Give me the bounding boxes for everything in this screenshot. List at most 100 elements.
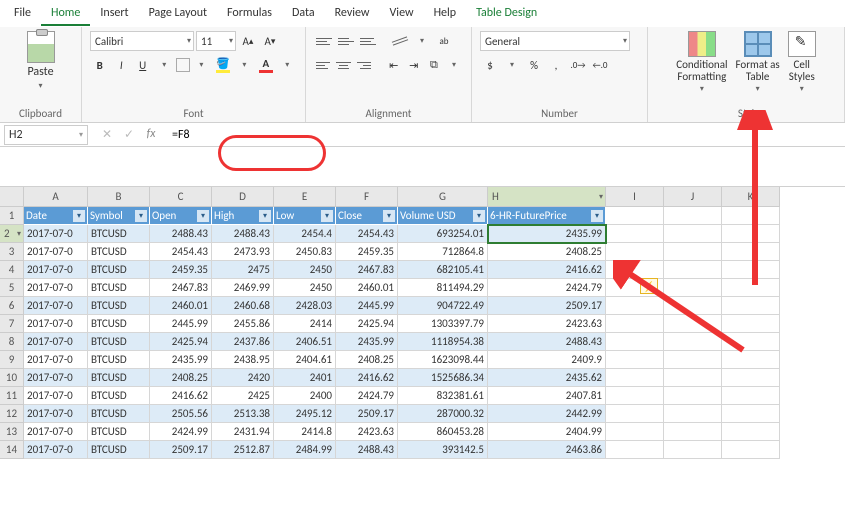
accounting-button[interactable]: $: [480, 55, 500, 75]
cell[interactable]: [606, 207, 664, 225]
cell[interactable]: [722, 405, 780, 423]
cell[interactable]: 2435.62: [488, 369, 606, 387]
row-header[interactable]: 13: [0, 423, 24, 441]
column-header[interactable]: F: [336, 187, 398, 207]
chevron-down-icon[interactable]: ▾: [235, 55, 254, 75]
align-middle-button[interactable]: [336, 31, 356, 51]
row-header[interactable]: 3: [0, 243, 24, 261]
align-top-button[interactable]: [314, 31, 334, 51]
cell[interactable]: 2435.99: [488, 225, 606, 243]
row-header[interactable]: 4: [0, 261, 24, 279]
cell[interactable]: [722, 441, 780, 459]
font-size-select[interactable]: 11: [196, 31, 236, 51]
cell[interactable]: 2416.62: [150, 387, 212, 405]
cell[interactable]: 2424.79: [336, 387, 398, 405]
cell[interactable]: 2017-07-0: [24, 261, 88, 279]
underline-button[interactable]: U: [133, 55, 152, 75]
cell[interactable]: 1525686.34: [398, 369, 488, 387]
table-header[interactable]: Date▾: [24, 207, 88, 225]
chevron-down-icon[interactable]: ▾: [412, 31, 432, 51]
row-header[interactable]: 11: [0, 387, 24, 405]
cell[interactable]: 2509.17: [488, 297, 606, 315]
cell[interactable]: 2414.8: [274, 423, 336, 441]
format-as-table-button[interactable]: Format as Table ▾: [736, 31, 780, 94]
cell-styles-button[interactable]: Cell Styles ▾: [788, 31, 816, 94]
cell[interactable]: [722, 207, 780, 225]
table-header[interactable]: 6-HR-FuturePrice▾: [488, 207, 606, 225]
cell[interactable]: [606, 243, 664, 261]
cell[interactable]: 2424.79: [488, 279, 606, 297]
spreadsheet-grid[interactable]: ABCDEFGHIJK1Date▾Symbol▾Open▾High▾Low▾Cl…: [0, 187, 845, 459]
cell[interactable]: 2420: [212, 369, 274, 387]
cell[interactable]: [722, 297, 780, 315]
chevron-down-icon[interactable]: ▾: [445, 55, 463, 75]
cell[interactable]: 2459.35: [150, 261, 212, 279]
row-header[interactable]: 2: [0, 225, 24, 243]
cell[interactable]: BTCUSD: [88, 333, 150, 351]
cell[interactable]: 2017-07-0: [24, 243, 88, 261]
column-header[interactable]: G: [398, 187, 488, 207]
menu-formulas[interactable]: Formulas: [217, 2, 282, 26]
cell[interactable]: BTCUSD: [88, 369, 150, 387]
cell[interactable]: 2017-07-0: [24, 297, 88, 315]
cell[interactable]: [664, 225, 722, 243]
cell[interactable]: [664, 441, 722, 459]
cell[interactable]: 2460.01: [150, 297, 212, 315]
cell[interactable]: 2460.68: [212, 297, 274, 315]
cell[interactable]: 2425.94: [150, 333, 212, 351]
cell[interactable]: 2469.99: [212, 279, 274, 297]
decrease-font-icon[interactable]: A▾: [260, 31, 280, 51]
cell[interactable]: 2425.94: [336, 315, 398, 333]
cell[interactable]: 2017-07-0: [24, 333, 88, 351]
cell[interactable]: 2017-07-0: [24, 315, 88, 333]
cell[interactable]: BTCUSD: [88, 243, 150, 261]
cell[interactable]: [664, 315, 722, 333]
cell[interactable]: BTCUSD: [88, 315, 150, 333]
row-header[interactable]: 8: [0, 333, 24, 351]
cell[interactable]: 904722.49: [398, 297, 488, 315]
cell[interactable]: 2488.43: [150, 225, 212, 243]
number-format-select[interactable]: General: [480, 31, 630, 51]
cell[interactable]: 2475: [212, 261, 274, 279]
cell[interactable]: [722, 351, 780, 369]
filter-dropdown-icon[interactable]: ▾: [473, 210, 485, 222]
chevron-down-icon[interactable]: ▾: [502, 55, 522, 75]
cell[interactable]: [606, 261, 664, 279]
font-name-select[interactable]: Calibri: [90, 31, 194, 51]
cell[interactable]: 2017-07-0: [24, 351, 88, 369]
formula-bar-expand[interactable]: [0, 147, 845, 187]
cell[interactable]: BTCUSD: [88, 387, 150, 405]
filter-dropdown-icon[interactable]: ▾: [591, 210, 603, 222]
cell[interactable]: 2407.81: [488, 387, 606, 405]
column-header[interactable]: I: [606, 187, 664, 207]
align-center-button[interactable]: [334, 55, 352, 75]
filter-dropdown-icon[interactable]: ▾: [197, 210, 209, 222]
cell[interactable]: [722, 279, 780, 297]
menu-table-design[interactable]: Table Design: [466, 2, 547, 26]
fx-icon[interactable]: fx: [140, 127, 162, 142]
cell[interactable]: [606, 315, 664, 333]
cell[interactable]: 2450: [274, 279, 336, 297]
menu-page-layout[interactable]: Page Layout: [139, 2, 217, 26]
select-all-corner[interactable]: [0, 187, 24, 207]
cancel-formula-icon[interactable]: ✕: [96, 127, 118, 142]
cell[interactable]: 2484.99: [274, 441, 336, 459]
cell[interactable]: BTCUSD: [88, 441, 150, 459]
chevron-down-icon[interactable]: ▾: [278, 55, 297, 75]
cell[interactable]: 2414: [274, 315, 336, 333]
cell[interactable]: 2460.01: [336, 279, 398, 297]
cell[interactable]: 2488.43: [336, 441, 398, 459]
cell[interactable]: [606, 405, 664, 423]
column-header[interactable]: D: [212, 187, 274, 207]
filter-dropdown-icon[interactable]: ▾: [259, 210, 271, 222]
menu-home[interactable]: Home: [41, 2, 90, 26]
cell[interactable]: 2423.63: [488, 315, 606, 333]
cell[interactable]: [606, 387, 664, 405]
cell[interactable]: 2408.25: [488, 243, 606, 261]
cell[interactable]: 2463.86: [488, 441, 606, 459]
align-left-button[interactable]: [314, 55, 332, 75]
cell[interactable]: 712864.8: [398, 243, 488, 261]
comma-button[interactable]: ,: [546, 55, 566, 75]
cell[interactable]: 2459.35: [336, 243, 398, 261]
column-header[interactable]: J: [664, 187, 722, 207]
